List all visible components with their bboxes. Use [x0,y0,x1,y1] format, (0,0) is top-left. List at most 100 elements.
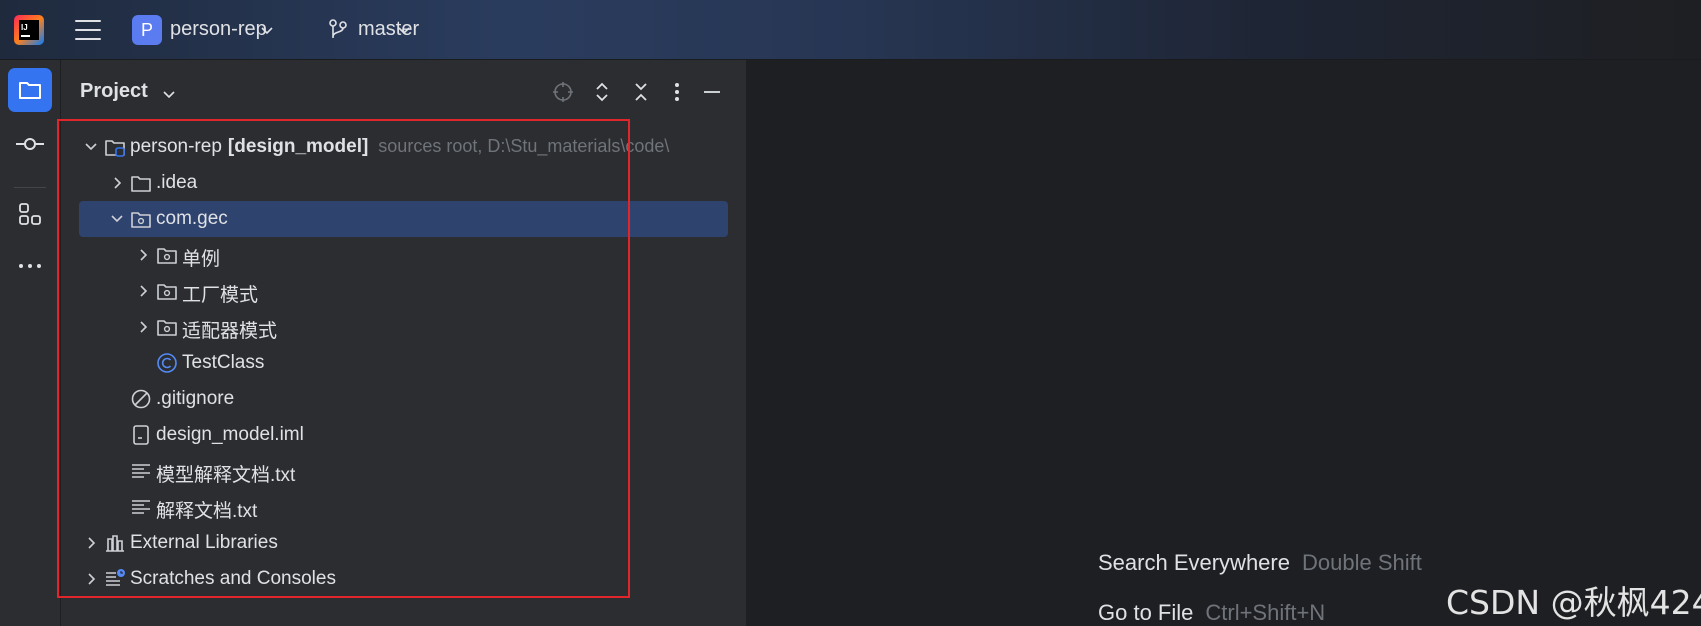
more-vertical-icon [675,83,679,101]
chevron-right-icon[interactable] [83,535,99,551]
hint-action: Search Everywhere [1098,550,1290,575]
minimize-icon [704,91,720,93]
library-icon [106,535,124,552]
tree-row[interactable]: .idea [61,165,747,201]
main-menu-icon[interactable] [74,16,102,44]
more-horizontal-icon [19,264,41,268]
folder-icon [131,176,151,192]
tree-item-label: 工厂模式 [182,280,258,307]
tree-item-label: 解释文档.txt [156,496,257,523]
tree-item-label: .idea [156,172,197,194]
project-panel: Project person-rep [design_model] sources … [61,60,747,626]
class-icon [157,353,177,373]
structure-tool-button[interactable] [8,192,52,236]
tree-row[interactable]: External Libraries [61,525,747,561]
tree-item-name: Scratches and Consoles [130,568,336,589]
tree-item-label: 单例 [182,244,220,271]
tree-row[interactable]: 工厂模式 [61,273,747,309]
hint-search-everywhere[interactable]: Search Everywhere Double Shift [1098,550,1422,576]
ignore-file-icon [131,389,151,409]
tree-item-label: .gitignore [156,388,234,410]
chevron-down-icon[interactable] [396,22,412,38]
folder-icon [19,82,41,99]
project-badge[interactable]: P [132,15,162,45]
panel-title[interactable]: Project [80,80,148,103]
chevron-down-icon[interactable] [161,86,177,102]
select-opened-file-button[interactable] [550,79,576,105]
expand-all-button[interactable] [589,79,615,105]
hint-shortcut: Double Shift [1301,550,1422,575]
hint-action: Go to File [1098,600,1194,625]
tree-item-name: 模型解释文档.txt [156,465,296,486]
project-tool-button[interactable] [8,68,52,112]
commit-tool-button[interactable] [8,122,52,166]
module-folder-icon [105,140,125,157]
text-file-icon [132,464,150,478]
tree-row[interactable]: Scratches and Consoles [61,561,747,597]
path-hint: sources root, D:\Stu_materials\code\ [378,136,670,156]
commit-icon [16,138,44,150]
options-menu-button[interactable] [664,79,690,105]
tree-item-name: com.gec [156,208,228,229]
tree-item-name: 解释文档.txt [156,501,258,522]
tree-item-label: 模型解释文档.txt [156,460,295,487]
tree-row[interactable]: .gitignore [61,381,747,417]
hide-panel-button[interactable] [699,79,725,105]
tree-row[interactable]: 解释文档.txt [61,489,747,525]
project-tree: person-rep [design_model] sources root, D:… [61,128,747,626]
tree-item-name: External Libraries [130,532,278,553]
module-name: [design_model] [227,136,369,157]
chevron-right-icon[interactable] [109,175,125,191]
git-branch-icon[interactable] [327,18,349,42]
tree-item-name: 单例 [182,249,221,270]
tree-item-name: TestClass [182,352,265,373]
tree-item-label: com.gec [156,208,228,230]
tree-item-label: TestClass [182,352,264,374]
text-file-icon [132,500,150,514]
intellij-logo-icon[interactable]: IJ [14,15,44,45]
tool-window-stripe [0,60,61,626]
tree-item-label: 适配器模式 [182,316,277,343]
chevron-right-icon[interactable] [83,571,99,587]
tree-item-name: .idea [156,172,198,193]
expand-all-icon [596,82,608,102]
chevron-right-icon[interactable] [135,319,151,335]
collapse-all-button[interactable] [628,79,654,105]
tree-row[interactable]: 适配器模式 [61,309,747,345]
tree-item-label: Scratches and Consoles [130,568,336,590]
chevron-right-icon[interactable] [135,247,151,263]
tree-row[interactable]: 单例 [61,237,747,273]
collapse-all-icon [635,83,647,101]
tree-row[interactable]: 模型解释文档.txt [61,453,747,489]
tree-item-name: 适配器模式 [182,321,278,342]
scratches-icon [106,569,125,586]
hint-shortcut: Ctrl+Shift+N [1205,600,1326,625]
tree-row[interactable]: TestClass [61,345,747,381]
editor-area: Search Everywhere Double Shift Go to File… [748,60,1701,626]
hint-go-to-file[interactable]: Go to File Ctrl+Shift+N [1098,600,1325,626]
tree-row[interactable]: design_model.iml [61,417,747,453]
tree-item-label: person-rep [design_model] sources root, D:… [130,136,669,158]
package-folder-icon [131,212,151,228]
chevron-right-icon[interactable] [135,283,151,299]
tree-item-name: design_model.iml [156,424,304,445]
chevron-down-icon[interactable] [259,22,275,38]
tree-row[interactable]: person-rep [design_model] sources root, D:… [61,129,747,165]
title-bar: IJ P person-rep master [0,0,1701,60]
watermark: CSDN @秋枫424 [1446,583,1701,622]
tree-row[interactable]: com.gec [61,201,747,237]
chevron-down-icon[interactable] [83,139,99,155]
package-folder-icon [157,320,177,336]
chevron-down-icon[interactable] [109,211,125,227]
package-folder-icon [157,248,177,264]
project-name[interactable]: person-rep [170,18,267,41]
more-tools-button[interactable] [8,244,52,288]
tree-item-label: External Libraries [130,532,278,554]
tree-item-name: person-rep [130,136,222,157]
stripe-divider [14,187,46,188]
tree-item-name: .gitignore [156,388,235,409]
package-folder-icon [157,284,177,300]
structure-icon [19,203,41,225]
svg-text:IJ: IJ [21,23,28,32]
iml-file-icon [133,425,149,445]
